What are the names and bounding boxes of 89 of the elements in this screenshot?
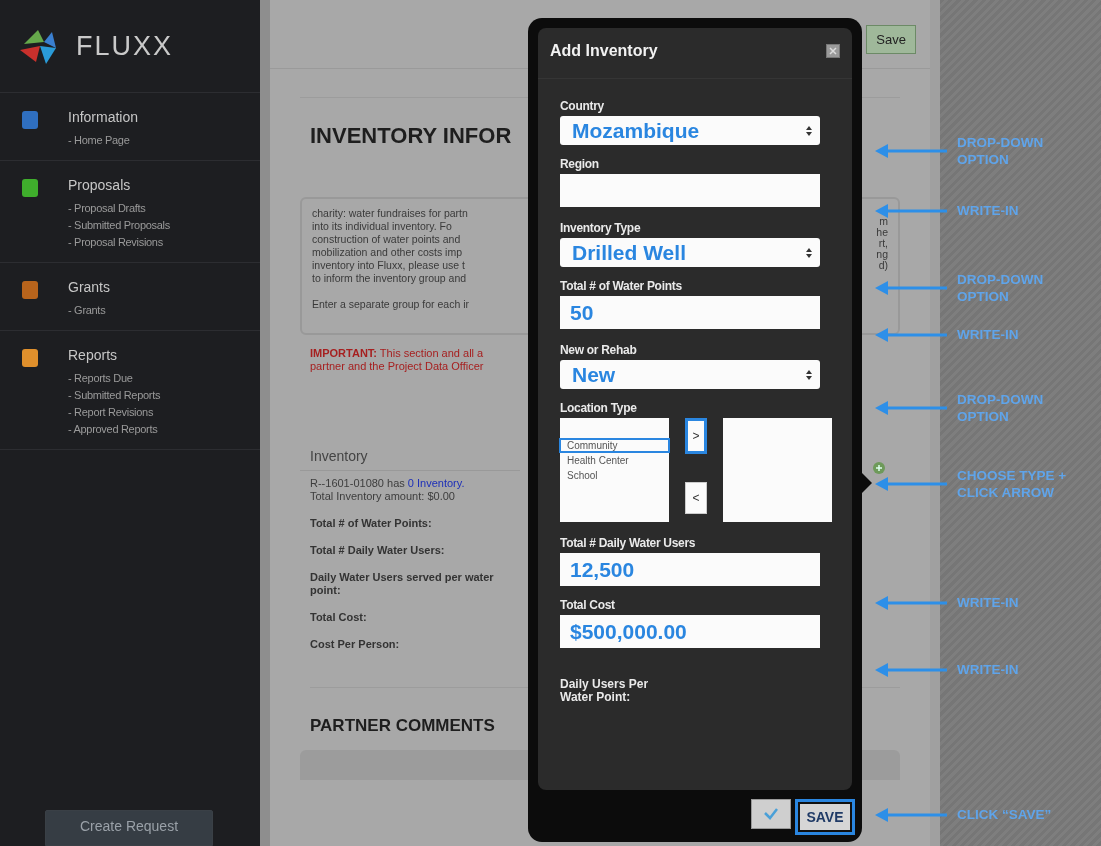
dropdown[interactable]: Mozambique	[560, 116, 820, 145]
annotation-text: DROP-DOWN OPTION	[957, 391, 1045, 425]
field-label: Total # Daily Water Users	[560, 536, 697, 550]
sidebar-link[interactable]: - Submitted Proposals	[68, 219, 170, 231]
intro-text: into its individual inventory. Fo	[312, 220, 453, 233]
summary-label: Daily Water Users served per water point:	[310, 571, 495, 597]
section-title[interactable]: Proposals	[68, 177, 170, 193]
annotation-text: DROP-DOWN OPTION	[957, 271, 1045, 305]
save-button[interactable]: Save	[866, 24, 916, 54]
section-title[interactable]: Information	[68, 109, 139, 125]
arrow-icon	[875, 203, 947, 218]
checkmark-icon	[763, 808, 779, 820]
intro-text: ng	[876, 249, 888, 260]
sidebar-link[interactable]: - Proposal Revisions	[68, 236, 170, 248]
section-title[interactable]: Reports	[68, 347, 161, 363]
record-text: R--1601-01080 has	[310, 477, 405, 490]
section-heading: INVENTORY INFOR	[310, 123, 512, 149]
sidebar-link[interactable]: - Grants	[68, 304, 110, 316]
logo-text: FLUXX	[76, 30, 174, 62]
annotation-text: WRITE-IN	[957, 326, 1020, 343]
field-label: New or Rehab	[560, 343, 638, 357]
result-label: Daily Users Per Water Point:	[560, 678, 650, 704]
arrow-icon	[875, 477, 947, 491]
summary-label: Cost Per Person:	[310, 638, 401, 651]
intro-text: rt,	[878, 238, 888, 249]
intro-text: inventory into Fluxx, please use t	[312, 259, 466, 272]
summary-label: Total Cost:	[310, 611, 368, 624]
dropdown[interactable]: New	[560, 360, 820, 389]
summary-label: Total # Daily Water Users:	[310, 544, 446, 557]
list-option[interactable]: Community	[559, 438, 670, 453]
intro-text: he	[876, 227, 888, 238]
input-field[interactable]	[560, 174, 820, 207]
sidebar-link[interactable]: - Submitted Reports	[68, 389, 161, 401]
select-arrows-icon	[806, 247, 812, 258]
arrow-icon	[875, 595, 947, 610]
list-option[interactable]: Health Center	[559, 453, 670, 468]
field-label: Country	[560, 99, 605, 113]
annotation-text: WRITE-IN	[957, 661, 1020, 678]
arrow-icon	[875, 807, 947, 822]
select-arrows-icon	[806, 369, 812, 380]
field-label: Location Type	[560, 401, 638, 415]
comments-heading: PARTNER COMMENTS	[310, 716, 495, 736]
intro-text: m	[879, 216, 888, 227]
remove-button[interactable]: <	[685, 482, 707, 514]
field-label: Region	[560, 157, 600, 171]
field-label: Total Cost	[560, 598, 616, 612]
arrow-icon	[875, 281, 947, 295]
close-button[interactable]	[826, 44, 840, 58]
field-label: Inventory Type	[560, 221, 642, 235]
intro-text: Enter a separate group for each ir	[312, 298, 469, 311]
add-icon[interactable]	[873, 462, 885, 474]
spellcheck-button[interactable]	[751, 799, 791, 829]
modal-title: Add Inventory	[550, 42, 658, 60]
intro-text: mobilization and other costs imp	[312, 246, 463, 259]
intro-text: construction of water points and	[312, 233, 462, 246]
dropdown[interactable]: Drilled Well	[560, 238, 820, 267]
sidebar-link[interactable]: - Proposal Drafts	[68, 202, 170, 214]
sidebar-link[interactable]: - Reports Due	[68, 372, 161, 384]
field-label: Total # of Water Points	[560, 279, 683, 293]
arrow-icon	[875, 144, 947, 158]
inventory-link[interactable]: 0 Inventory.	[407, 477, 465, 490]
annotation-text: CHOOSE TYPE + CLICK ARROW	[957, 467, 1068, 501]
intro-text: to inform the inventory group and	[312, 272, 468, 285]
sidebar-link[interactable]: - Report Revisions	[68, 406, 161, 418]
annotation-text: CLICK “SAVE”	[957, 806, 1053, 823]
intro-text: d)	[878, 260, 888, 271]
select-arrows-icon	[806, 125, 812, 136]
input-field[interactable]: $500,000.00	[560, 615, 820, 648]
inventory-heading: Inventory	[310, 448, 368, 464]
important-note: partner and the Project Data Officer	[310, 360, 484, 373]
add-button[interactable]: >	[685, 418, 707, 454]
list-option[interactable]: School	[559, 468, 670, 483]
input-field[interactable]: 50	[560, 296, 820, 329]
amount-text: Total Inventory amount: $0.00	[310, 490, 455, 503]
annotation-text: DROP-DOWN OPTION	[957, 134, 1045, 168]
summary-label: Total # of Water Points:	[310, 517, 433, 530]
sidebar-link[interactable]: - Approved Reports	[68, 423, 161, 435]
section-title[interactable]: Grants	[68, 279, 110, 295]
important-note: IMPORTANT: This section and all a	[310, 347, 484, 360]
sidebar-link[interactable]: - Home Page	[68, 134, 139, 146]
intro-text: charity: water fundraises for partn	[312, 207, 469, 220]
arrow-icon	[875, 327, 947, 342]
save-button[interactable]: SAVE	[795, 799, 855, 835]
annotation-text: WRITE-IN	[957, 594, 1020, 611]
input-field[interactable]: 12,500	[560, 553, 820, 586]
annotation-text: WRITE-IN	[957, 202, 1020, 219]
arrow-icon	[875, 401, 947, 415]
arrow-icon	[875, 662, 947, 677]
create-request-button[interactable]: Create Request	[45, 810, 213, 846]
